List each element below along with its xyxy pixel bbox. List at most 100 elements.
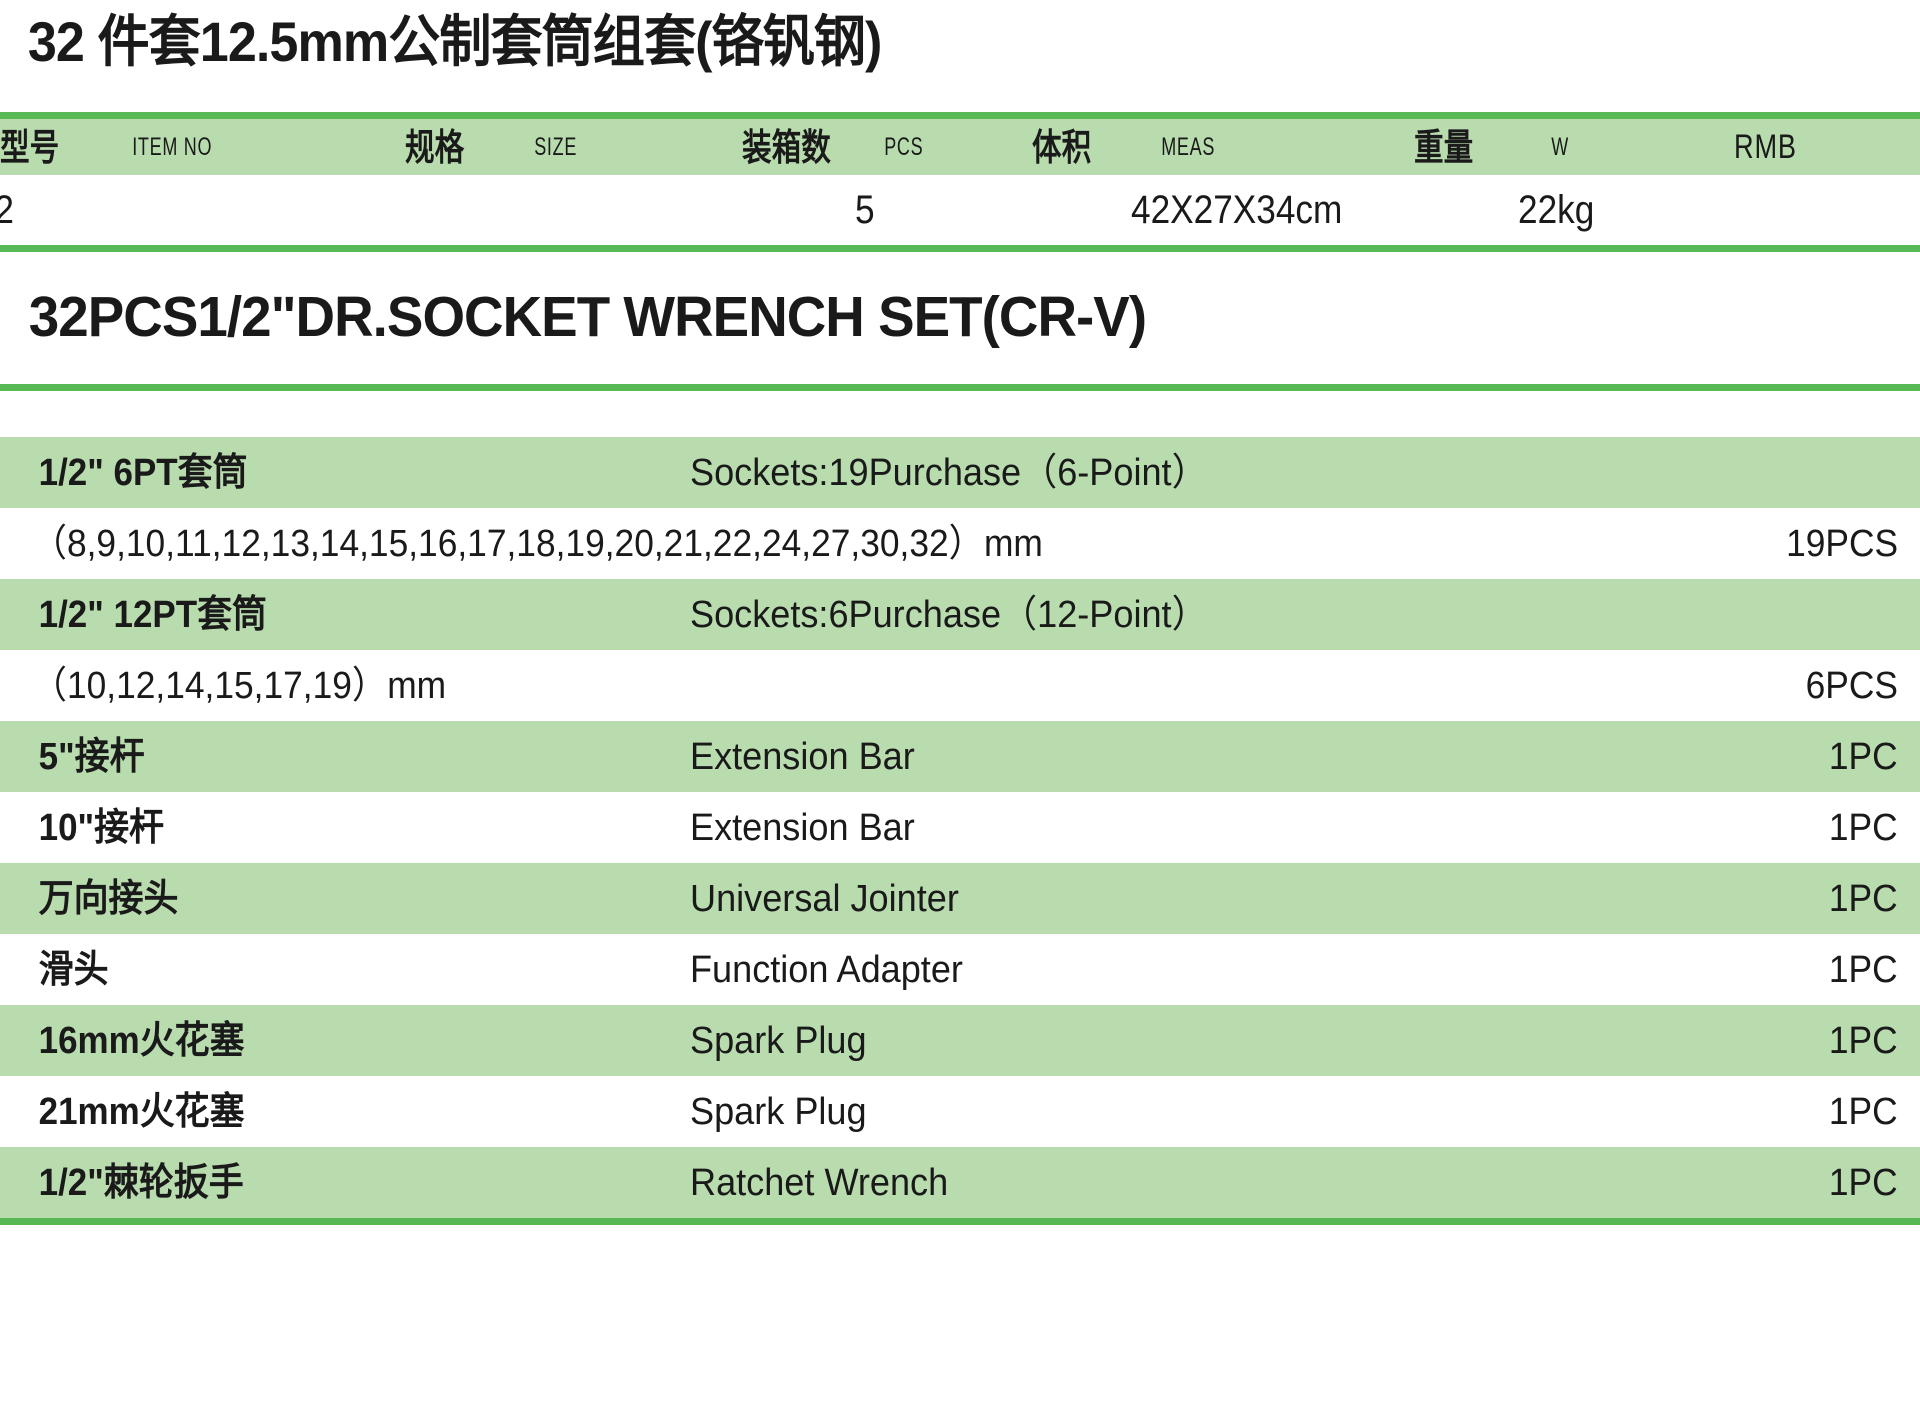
- item-name-cn: （8,9,10,11,12,13,14,15,16,17,18,19,20,21…: [31, 522, 1043, 565]
- item-qty-cell: 1PC: [1690, 721, 1920, 792]
- spec-cell-size-spacer: [405, 175, 527, 245]
- item-qty: 1PC: [1828, 948, 1898, 991]
- item-name-cn: 1/2" 12PT套筒: [38, 593, 268, 636]
- table-row: 滑头 Function Adapter 1PC: [0, 934, 1920, 1005]
- item-desc-en: Sockets:19Purchase（6-Point）: [690, 451, 1208, 494]
- spec-header-row: 型号 ITEM NO 规格 SIZE 装箱数 PCS 体积 MEAS 重量 W …: [0, 119, 1920, 175]
- spec-header-item-no-en-label: ITEM NO: [132, 132, 213, 161]
- spec-header-item-no-cn: 型号: [0, 119, 125, 175]
- spec-cell-item-no: W032: [0, 175, 405, 245]
- spec-header-pcs-cn: 装箱数: [742, 119, 877, 175]
- item-desc-en-cell: Extension Bar: [690, 792, 1690, 863]
- item-desc-en-cell: Function Adapter: [690, 934, 1690, 1005]
- contents-table: 1/2" 6PT套筒 Sockets:19Purchase（6-Point） （8,…: [0, 437, 1920, 1218]
- item-desc-en: Ratchet Wrench: [690, 1161, 949, 1204]
- item-name-cn-cell: 1/2"棘轮扳手: [0, 1147, 690, 1218]
- table-row: 5"接杆 Extension Bar 1PC: [0, 721, 1920, 792]
- spec-header-size-en: SIZE: [527, 119, 742, 175]
- spec-cell-item-no-spacer: [0, 175, 125, 245]
- item-name-cn-cell: 1/2" 6PT套筒: [0, 437, 690, 508]
- item-desc-en: Spark Plug: [690, 1019, 867, 1062]
- item-qty-cell: 19PCS: [1690, 508, 1920, 579]
- item-qty: 19PCS: [1785, 522, 1898, 565]
- item-qty-cell: 1PC: [1690, 1147, 1920, 1218]
- item-qty: 6PCS: [1805, 664, 1898, 707]
- item-name-cn-cell: 5"接杆: [0, 721, 690, 792]
- item-name-cn-cell: （10,12,14,15,17,19）mm: [0, 650, 1690, 721]
- item-desc-en-cell: Spark Plug: [690, 1005, 1690, 1076]
- item-qty-cell: [1690, 579, 1920, 650]
- item-desc-en: Sockets:6Purchase（12-Point）: [690, 593, 1208, 636]
- item-desc-en: Function Adapter: [690, 948, 963, 991]
- item-name-cn: 16mm火花塞: [38, 1019, 245, 1062]
- item-name-cn: 滑头: [38, 948, 109, 991]
- item-desc-en-cell: Universal Jointer: [690, 863, 1690, 934]
- table-row: 16mm火花塞 Spark Plug 1PC: [0, 1005, 1920, 1076]
- item-name-cn: 10"接杆: [38, 806, 165, 849]
- spec-header-meas-cn: 体积: [1032, 119, 1154, 175]
- item-name-cn: 万向接头: [38, 877, 179, 920]
- spec-header-rmb: RMB: [1734, 119, 1920, 175]
- spec-header-pcs-cn-label: 装箱数: [742, 126, 831, 168]
- divider-bottom: [0, 1218, 1920, 1225]
- item-qty: 1PC: [1828, 1019, 1898, 1062]
- item-desc-en-cell: Extension Bar: [690, 721, 1690, 792]
- item-qty: 1PC: [1828, 806, 1898, 849]
- spec-header-size-en-label: SIZE: [534, 132, 578, 161]
- table-row: 21mm火花塞 Spark Plug 1PC: [0, 1076, 1920, 1147]
- spec-header-item-no-cn-label: 型号: [0, 126, 60, 168]
- table-row: （10,12,14,15,17,19）mm 6PCS: [0, 650, 1920, 721]
- spec-header-rmb-label: RMB: [1734, 128, 1797, 166]
- item-qty: 1PC: [1828, 877, 1898, 920]
- spec-header-item-no-en: ITEM NO: [125, 119, 405, 175]
- spec-header-weight-en-label: W: [1551, 132, 1569, 161]
- spec-value-meas: 42X27X34cm: [1131, 188, 1343, 232]
- table-row: 10"接杆 Extension Bar 1PC: [0, 792, 1920, 863]
- item-name-cn-cell: 21mm火花塞: [0, 1076, 690, 1147]
- item-qty-cell: 6PCS: [1690, 650, 1920, 721]
- item-name-cn-cell: 1/2" 12PT套筒: [0, 579, 690, 650]
- spec-header-size-cn: 规格: [405, 119, 527, 175]
- spec-header-weight-cn-label: 重量: [1414, 126, 1474, 168]
- spec-header-weight-cn: 重量: [1414, 119, 1544, 175]
- divider-section: [0, 384, 1920, 391]
- item-qty-cell: 1PC: [1690, 1076, 1920, 1147]
- item-desc-en-cell: Sockets:19Purchase（6-Point）: [690, 437, 1690, 508]
- spec-header-weight-en: W: [1544, 119, 1734, 175]
- item-name-cn: 21mm火花塞: [38, 1090, 245, 1133]
- item-desc-en: Universal Jointer: [690, 877, 959, 920]
- item-qty: 1PC: [1828, 735, 1898, 778]
- item-qty-cell: 1PC: [1690, 792, 1920, 863]
- item-qty-cell: 1PC: [1690, 934, 1920, 1005]
- table-row: 1/2" 12PT套筒 Sockets:6Purchase（12-Point）: [0, 579, 1920, 650]
- table-row: 1/2" 6PT套筒 Sockets:19Purchase（6-Point）: [0, 437, 1920, 508]
- item-qty: 1PC: [1828, 1090, 1898, 1133]
- item-name-cn: 1/2"棘轮扳手: [38, 1161, 244, 1204]
- product-title-cn: 32 件套12.5mm公制套筒组套(铬钒钢): [27, 10, 882, 73]
- product-spec-sheet: 32 件套12.5mm公制套筒组套(铬钒钢) 型号 ITEM NO 规格 SIZ…: [0, 0, 1920, 1409]
- table-row: （8,9,10,11,12,13,14,15,16,17,18,19,20,21…: [0, 508, 1920, 579]
- item-qty-cell: [1690, 437, 1920, 508]
- spec-value-pcs: 5: [855, 188, 875, 232]
- item-name-cn: （10,12,14,15,17,19）mm: [31, 664, 447, 707]
- spec-cell-rmb: [1734, 175, 1920, 245]
- item-name-cn-cell: 万向接头: [0, 863, 690, 934]
- spec-data-row: W032 5 42X27X34cm 22kg: [0, 175, 1920, 245]
- item-desc-en-cell: Spark Plug: [690, 1076, 1690, 1147]
- item-name-cn: 5"接杆: [38, 735, 145, 778]
- spec-cell-weight: 22kg: [1518, 175, 1734, 245]
- spec-header-pcs-en: PCS: [877, 119, 1032, 175]
- spec-header-pcs-en-label: PCS: [884, 132, 924, 161]
- item-qty-cell: 1PC: [1690, 1005, 1920, 1076]
- spec-value-item-no: W032: [0, 190, 14, 230]
- table-row: 万向接头 Universal Jointer 1PC: [0, 863, 1920, 934]
- item-name-cn-cell: （8,9,10,11,12,13,14,15,16,17,18,19,20,21…: [0, 508, 1690, 579]
- divider-top: [0, 112, 1920, 119]
- spec-header-size-cn-label: 规格: [405, 126, 465, 168]
- item-qty-cell: 1PC: [1690, 863, 1920, 934]
- spec-header-meas-en-label: MEAS: [1161, 132, 1216, 161]
- item-desc-en-cell: Ratchet Wrench: [690, 1147, 1690, 1218]
- spec-header-meas-en: MEAS: [1154, 119, 1414, 175]
- spec-value-weight: 22kg: [1518, 188, 1595, 232]
- item-name-cn-cell: 滑头: [0, 934, 690, 1005]
